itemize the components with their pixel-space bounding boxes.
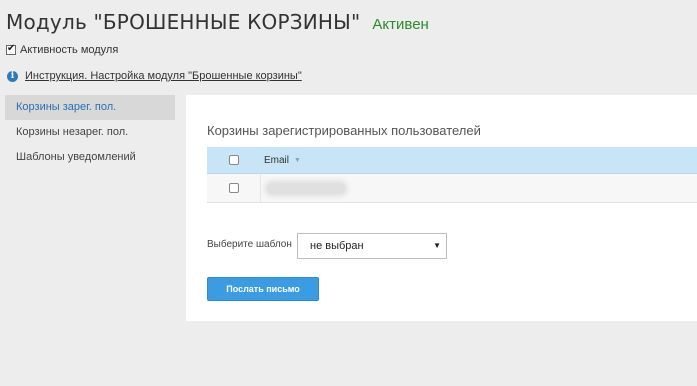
send-email-button[interactable]: Послать письмо [207, 277, 319, 301]
table-header: Email ▼ [207, 147, 697, 174]
sidebar: Корзины зарег. пол. Корзины незарег. пол… [5, 95, 175, 170]
table-row [207, 174, 697, 203]
select-all-checkbox[interactable] [228, 155, 239, 165]
help-link-row: i Инструкция. Настройка модуля "Брошенны… [7, 70, 302, 82]
info-icon: i [7, 70, 18, 82]
main-panel: Корзины зарегистрированных пользователей… [186, 95, 697, 321]
instruction-link[interactable]: Инструкция. Настройка модуля "Брошенные … [25, 70, 302, 82]
main-title: Корзины зарегистрированных пользователей [207, 123, 481, 138]
column-header-email[interactable]: Email ▼ [260, 155, 301, 166]
template-label: Выберите шаблон [207, 239, 292, 250]
dropdown-arrow-icon: ▼ [433, 241, 441, 250]
module-activity-label: Активность модуля [20, 44, 119, 56]
blurred-email-value [267, 182, 345, 194]
row-email-cell [260, 174, 345, 202]
row-checkbox-cell [207, 183, 260, 193]
sidebar-item-unregistered-carts[interactable]: Корзины незарег. пол. [5, 120, 175, 145]
carts-table: Email ▼ [207, 147, 697, 203]
column-header-email-label: Email [264, 154, 290, 166]
sidebar-item-registered-carts[interactable]: Корзины зарег. пол. [5, 95, 175, 120]
module-activity-checkbox[interactable] [6, 43, 16, 55]
template-select-value: не выбран [310, 240, 364, 252]
sort-down-icon: ▼ [294, 156, 301, 164]
module-activity-toggle[interactable]: Активность модуля [6, 43, 119, 56]
sidebar-item-notification-templates[interactable]: Шаблоны уведомлений [5, 145, 175, 170]
select-all-cell [207, 155, 260, 165]
module-status: Активен [372, 16, 429, 33]
template-select[interactable]: не выбран ▼ [297, 233, 447, 259]
row-checkbox[interactable] [228, 183, 239, 193]
page-title: Модуль "БРОШЕННЫЕ КОРЗИНЫ" [6, 10, 361, 34]
page-header: Модуль "БРОШЕННЫЕ КОРЗИНЫ" Активен [6, 10, 429, 34]
